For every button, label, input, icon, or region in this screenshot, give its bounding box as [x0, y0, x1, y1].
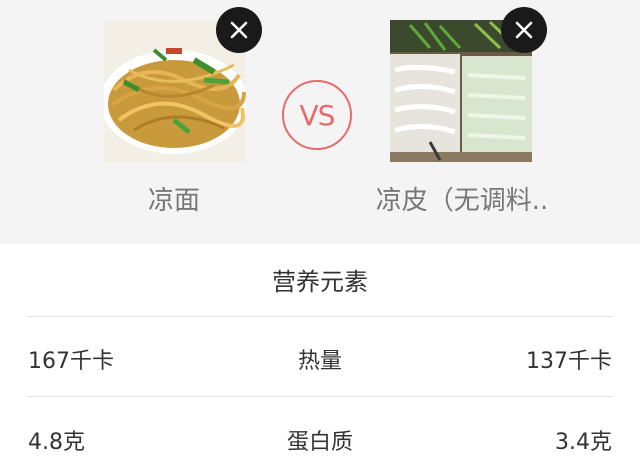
- nutrient-row-calories: 167千卡 热量 137千卡: [28, 343, 612, 383]
- remove-right-button[interactable]: [501, 7, 547, 53]
- protein-right-value: 3.4克: [555, 430, 612, 455]
- calories-label: 热量: [297, 349, 342, 374]
- food-name-right: 凉皮（无调料..: [375, 186, 549, 216]
- food-card-left[interactable]: 凉面: [56, 0, 296, 244]
- remove-left-button[interactable]: [216, 7, 262, 53]
- close-icon: [515, 21, 533, 39]
- nutrition-section-title: 营养元素: [272, 268, 368, 296]
- close-icon: [230, 21, 248, 39]
- food-name-left: 凉面: [147, 186, 200, 216]
- nutrient-row-protein: 4.8克 蛋白质 3.4克: [28, 424, 612, 464]
- calories-right-value: 137千卡: [526, 349, 612, 374]
- food-card-right[interactable]: 凉皮（无调料..: [342, 0, 582, 244]
- compare-header: 凉面 VS 凉皮（无调料..: [0, 0, 640, 244]
- divider: [28, 396, 612, 397]
- protein-label: 蛋白质: [286, 430, 353, 455]
- divider: [28, 316, 612, 317]
